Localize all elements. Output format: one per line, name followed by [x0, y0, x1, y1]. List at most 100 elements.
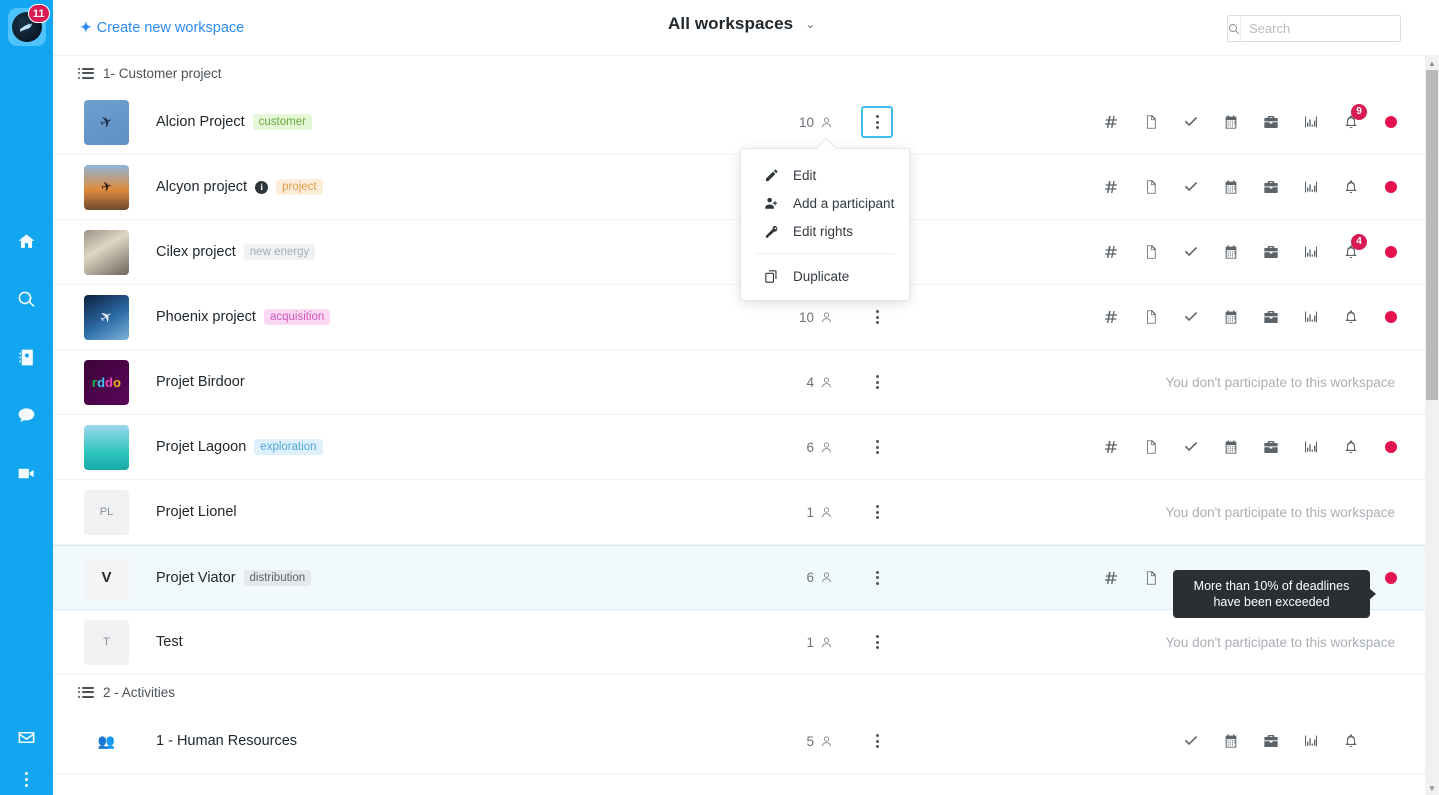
- rail-item-video[interactable]: [14, 460, 40, 486]
- action-chart-button[interactable]: [1291, 427, 1331, 467]
- scroll-up-arrow-icon[interactable]: ▲: [1425, 56, 1439, 70]
- row-menu-button[interactable]: [863, 628, 891, 656]
- menu-item-duplicate[interactable]: Duplicate: [741, 262, 909, 290]
- workspace-name-cell: Projet Viatordistribution: [156, 570, 721, 586]
- logo-notification-badge: 11: [28, 4, 50, 23]
- workspace-selector[interactable]: All workspaces ⌄: [668, 14, 815, 34]
- plus-icon: ✦: [80, 19, 92, 35]
- status-indicator[interactable]: [1371, 311, 1411, 323]
- menu-item-label: Duplicate: [793, 269, 849, 284]
- info-icon[interactable]: i: [255, 181, 268, 194]
- vertical-scrollbar[interactable]: ▲ ▼: [1425, 56, 1439, 795]
- menu-item-add-a-participant[interactable]: Add a participant: [741, 189, 909, 217]
- action-bell-button[interactable]: 9: [1331, 102, 1371, 142]
- action-briefcase-button[interactable]: [1251, 232, 1291, 272]
- action-document-button[interactable]: [1131, 102, 1171, 142]
- workspace-row[interactable]: TTest1You don't participate to this work…: [53, 610, 1425, 675]
- menu-item-edit-rights[interactable]: Edit rights: [741, 217, 909, 245]
- mail-icon: [17, 728, 36, 747]
- action-hash-button[interactable]: [1091, 558, 1131, 598]
- action-check-button[interactable]: [1171, 167, 1211, 207]
- action-check-button[interactable]: [1171, 721, 1211, 761]
- action-bell-button[interactable]: 4: [1331, 232, 1371, 272]
- workspace-name: Test: [156, 634, 183, 650]
- action-bell-button[interactable]: [1331, 427, 1371, 467]
- workspace-row[interactable]: ✈Alcyon projectiproject10: [53, 155, 1425, 220]
- row-action-icons: [1171, 721, 1411, 761]
- rail-item-contacts[interactable]: [14, 344, 40, 370]
- action-check-button[interactable]: [1171, 102, 1211, 142]
- action-document-button[interactable]: [1131, 558, 1171, 598]
- action-hash-button[interactable]: [1091, 297, 1131, 337]
- row-menu-button[interactable]: [863, 498, 891, 526]
- action-document-button[interactable]: [1131, 167, 1171, 207]
- action-hash-button[interactable]: [1091, 102, 1131, 142]
- workspace-row[interactable]: rddoProjet Birdoor4You don't participate…: [53, 350, 1425, 415]
- workspace-tag: project: [276, 179, 323, 195]
- row-menu-button[interactable]: [863, 564, 891, 592]
- action-check-button[interactable]: [1171, 297, 1211, 337]
- workspace-tag: exploration: [254, 439, 322, 455]
- status-indicator[interactable]: [1371, 116, 1411, 128]
- action-document-button[interactable]: [1131, 297, 1171, 337]
- action-briefcase-button[interactable]: [1251, 102, 1291, 142]
- row-menu-button[interactable]: [863, 368, 891, 396]
- row-menu-button[interactable]: [861, 106, 893, 138]
- workspace-avatar: [84, 230, 129, 275]
- action-calendar-button[interactable]: [1211, 167, 1251, 207]
- status-indicator[interactable]: [1371, 246, 1411, 258]
- row-menu-button[interactable]: [863, 303, 891, 331]
- action-check-button[interactable]: [1171, 427, 1211, 467]
- rail-item-chat[interactable]: [14, 402, 40, 428]
- action-bell-button[interactable]: [1331, 721, 1371, 761]
- create-new-workspace-label: Create new workspace: [97, 20, 245, 36]
- app-logo[interactable]: 11: [8, 8, 46, 46]
- action-hash-button[interactable]: [1091, 232, 1131, 272]
- search-box[interactable]: [1227, 15, 1401, 42]
- rail-more-button[interactable]: [25, 772, 28, 787]
- action-calendar-button[interactable]: [1211, 427, 1251, 467]
- action-chart-button[interactable]: [1291, 721, 1331, 761]
- action-document-button[interactable]: [1131, 232, 1171, 272]
- rail-item-home[interactable]: [14, 228, 40, 254]
- action-chart-button[interactable]: [1291, 102, 1331, 142]
- workspace-name-cell: 1 - Human Resources: [156, 733, 721, 749]
- workspace-row[interactable]: ✈Phoenix projectacquisition10: [53, 285, 1425, 350]
- status-indicator[interactable]: [1371, 572, 1411, 584]
- workspace-row[interactable]: ✈Alcion Projectcustomer109: [53, 90, 1425, 155]
- row-menu-button[interactable]: [863, 727, 891, 755]
- status-indicator[interactable]: [1371, 441, 1411, 453]
- status-indicator[interactable]: [1371, 181, 1411, 193]
- search-input[interactable]: [1240, 16, 1425, 41]
- row-action-icons: 4: [1091, 232, 1411, 272]
- workspace-row[interactable]: Cilex projectnew energy104: [53, 220, 1425, 285]
- action-briefcase-button[interactable]: [1251, 427, 1291, 467]
- action-chart-button[interactable]: [1291, 167, 1331, 207]
- workspace-row[interactable]: 👥1 - Human Resources5: [53, 709, 1425, 774]
- action-hash-button[interactable]: [1091, 427, 1131, 467]
- row-menu-button[interactable]: [863, 433, 891, 461]
- action-chart-button[interactable]: [1291, 232, 1331, 272]
- action-briefcase-button[interactable]: [1251, 167, 1291, 207]
- action-hash-button[interactable]: [1091, 167, 1131, 207]
- rail-item-mail[interactable]: [14, 724, 40, 750]
- workspace-row[interactable]: Projet Lagoonexploration6: [53, 415, 1425, 480]
- scrollbar-thumb[interactable]: [1426, 70, 1438, 400]
- action-bell-button[interactable]: [1331, 297, 1371, 337]
- action-bell-button[interactable]: [1331, 167, 1371, 207]
- action-document-button[interactable]: [1131, 427, 1171, 467]
- action-calendar-button[interactable]: [1211, 721, 1251, 761]
- action-calendar-button[interactable]: [1211, 232, 1251, 272]
- action-calendar-button[interactable]: [1211, 102, 1251, 142]
- action-chart-button[interactable]: [1291, 297, 1331, 337]
- row-context-menu[interactable]: Edit Add a participant Edit rights Dupli…: [740, 148, 910, 301]
- scroll-down-arrow-icon[interactable]: ▼: [1425, 781, 1439, 795]
- menu-item-edit[interactable]: Edit: [741, 161, 909, 189]
- action-briefcase-button[interactable]: [1251, 721, 1291, 761]
- workspace-row[interactable]: PLProjet Lionel1You don't participate to…: [53, 480, 1425, 545]
- rail-item-search[interactable]: [14, 286, 40, 312]
- action-check-button[interactable]: [1171, 232, 1211, 272]
- action-briefcase-button[interactable]: [1251, 297, 1291, 337]
- create-new-workspace-button[interactable]: ✦ Create new workspace: [80, 19, 244, 36]
- action-calendar-button[interactable]: [1211, 297, 1251, 337]
